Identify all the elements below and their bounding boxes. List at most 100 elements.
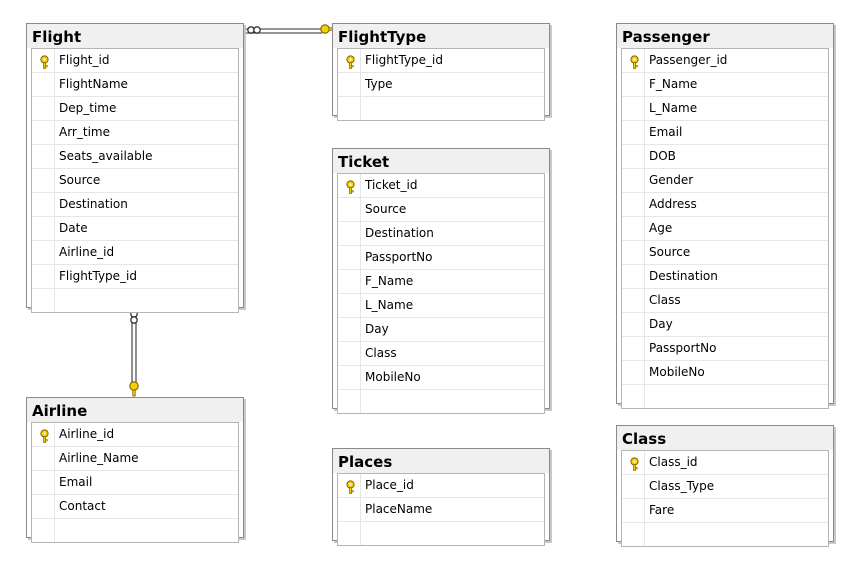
row-selector	[32, 49, 55, 72]
column-row[interactable]: FlightType_id	[338, 49, 544, 73]
row-selector	[32, 217, 55, 240]
column-row[interactable]: FlightName	[32, 73, 238, 97]
column-row[interactable]: MobileNo	[338, 366, 544, 390]
column-name: L_Name	[649, 101, 698, 115]
new-column-row[interactable]	[338, 522, 544, 545]
table-title[interactable]: Flight	[27, 24, 243, 48]
column-row[interactable]: Place_id	[338, 474, 544, 498]
column-name: PassportNo	[649, 341, 717, 355]
column-name: Type	[365, 77, 393, 91]
key-icon	[345, 179, 356, 194]
table-places[interactable]: Places Place_id PlaceName	[332, 448, 550, 546]
column-name: Class_Type	[649, 479, 715, 493]
column-row[interactable]: Gender	[622, 169, 828, 193]
column-row[interactable]: DOB	[622, 145, 828, 169]
column-name: DOB	[649, 149, 676, 163]
row-selector	[622, 145, 645, 168]
column-row[interactable]: Ticket_id	[338, 174, 544, 198]
relationship-flight-flighttype[interactable]	[244, 24, 336, 34]
new-column-row[interactable]	[622, 385, 828, 408]
column-row[interactable]: Flight_id	[32, 49, 238, 73]
column-row[interactable]: Class	[622, 289, 828, 313]
column-name: MobileNo	[649, 365, 705, 379]
table-flight[interactable]: Flight Flight_id FlightName Dep_time Arr_ti…	[26, 23, 244, 313]
column-row[interactable]: Type	[338, 73, 544, 97]
table-title[interactable]: Places	[333, 449, 549, 473]
table-passenger[interactable]: Passenger Passenger_id F_Name L_Name Email D…	[616, 23, 834, 409]
column-row[interactable]: Class_id	[622, 451, 828, 475]
column-row[interactable]: L_Name	[622, 97, 828, 121]
column-row[interactable]: Day	[338, 318, 544, 342]
key-icon	[39, 428, 50, 443]
column-name: F_Name	[365, 274, 414, 288]
table-title[interactable]: Passenger	[617, 24, 833, 48]
column-row[interactable]: Email	[32, 471, 238, 495]
column-name: Ticket_id	[365, 178, 418, 192]
column-name: Airline_id	[59, 245, 115, 259]
column-row[interactable]: Age	[622, 217, 828, 241]
column-row[interactable]: Dep_time	[32, 97, 238, 121]
column-row[interactable]: L_Name	[338, 294, 544, 318]
column-name: Flight_id	[59, 53, 110, 67]
row-selector	[622, 337, 645, 360]
column-row[interactable]: Fare	[622, 499, 828, 523]
row-selector	[32, 495, 55, 518]
new-column-row[interactable]	[32, 519, 238, 542]
column-row[interactable]: PassportNo	[338, 246, 544, 270]
column-row[interactable]: Class	[338, 342, 544, 366]
column-name: Age	[649, 221, 673, 235]
infinity-icon	[247, 26, 261, 34]
column-row[interactable]: Contact	[32, 495, 238, 519]
table-title[interactable]: FlightType	[333, 24, 549, 48]
column-row[interactable]: Airline_id	[32, 241, 238, 265]
column-row[interactable]: Day	[622, 313, 828, 337]
column-name: F_Name	[649, 77, 698, 91]
column-row[interactable]: Class_Type	[622, 475, 828, 499]
column-row[interactable]: MobileNo	[622, 361, 828, 385]
new-column-row[interactable]	[622, 523, 828, 546]
row-selector	[338, 174, 361, 197]
column-row[interactable]: Seats_available	[32, 145, 238, 169]
table-title[interactable]: Ticket	[333, 149, 549, 173]
table-flighttype[interactable]: FlightType FlightType_id Type	[332, 23, 550, 121]
row-selector	[32, 423, 55, 446]
column-name: Class	[649, 293, 681, 307]
row-selector	[622, 361, 645, 384]
row-selector	[32, 241, 55, 264]
column-name: Passenger_id	[649, 53, 728, 67]
column-row[interactable]: Destination	[32, 193, 238, 217]
new-column-row[interactable]	[338, 390, 544, 413]
new-column-row[interactable]	[32, 289, 238, 312]
column-row[interactable]: Arr_time	[32, 121, 238, 145]
column-row[interactable]: Address	[622, 193, 828, 217]
column-row[interactable]: PlaceName	[338, 498, 544, 522]
row-selector	[622, 193, 645, 216]
column-row[interactable]: Date	[32, 217, 238, 241]
column-row[interactable]: F_Name	[338, 270, 544, 294]
table-ticket[interactable]: Ticket Ticket_id Source Destination Passpor…	[332, 148, 550, 414]
table-airline[interactable]: Airline Airline_id Airline_Name Email Conta…	[26, 397, 244, 543]
table-title[interactable]: Class	[617, 426, 833, 450]
table-title[interactable]: Airline	[27, 398, 243, 422]
column-list: Passenger_id F_Name L_Name Email DOB Gender Ad…	[621, 48, 829, 409]
column-row[interactable]: Source	[622, 241, 828, 265]
relationship-flight-airline[interactable]	[129, 308, 139, 397]
column-row[interactable]: FlightType_id	[32, 265, 238, 289]
column-row[interactable]: Destination	[622, 265, 828, 289]
column-name: Date	[59, 221, 88, 235]
column-row[interactable]: Destination	[338, 222, 544, 246]
column-row[interactable]: Airline_Name	[32, 447, 238, 471]
row-selector	[32, 145, 55, 168]
column-row[interactable]: PassportNo	[622, 337, 828, 361]
column-name: FlightName	[59, 77, 128, 91]
column-row[interactable]: Passenger_id	[622, 49, 828, 73]
column-row[interactable]: Source	[338, 198, 544, 222]
table-class[interactable]: Class Class_id Class_Type Fare	[616, 425, 834, 547]
column-row[interactable]: Email	[622, 121, 828, 145]
column-name: Destination	[59, 197, 128, 211]
column-row[interactable]: Source	[32, 169, 238, 193]
key-icon	[129, 381, 139, 397]
new-column-row[interactable]	[338, 97, 544, 120]
column-row[interactable]: F_Name	[622, 73, 828, 97]
column-row[interactable]: Airline_id	[32, 423, 238, 447]
